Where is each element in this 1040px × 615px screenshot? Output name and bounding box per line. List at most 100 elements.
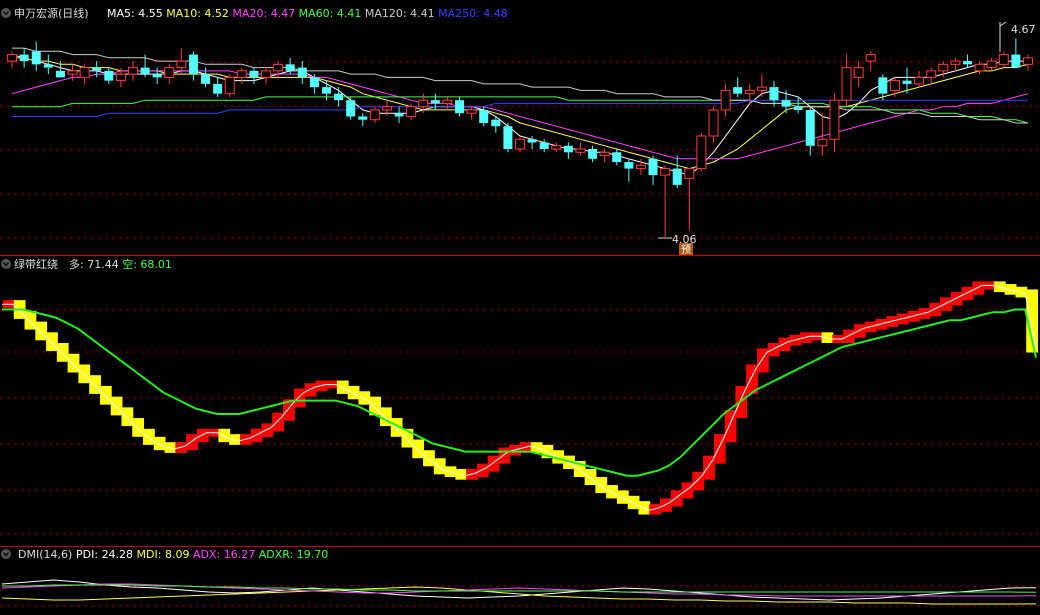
legend-label: MDI:: [133, 548, 165, 561]
band-block: [67, 353, 80, 373]
candle-body: [756, 86, 767, 91]
stock-name: 申万宏源(日线): [14, 6, 89, 20]
band-block: [35, 321, 48, 341]
band-block: [638, 501, 651, 515]
legend-value: 4.52: [204, 7, 229, 20]
collapse-circle-icon[interactable]: [1, 549, 11, 559]
legend-label: MA120:: [361, 7, 410, 20]
candle-body: [781, 100, 791, 107]
band-block: [660, 498, 672, 512]
legend-value: 4.55: [138, 7, 163, 20]
candle-body: [309, 77, 319, 88]
candle-body: [841, 67, 852, 101]
candle-body: [902, 80, 912, 84]
candle-body: [201, 74, 211, 84]
band-block: [616, 490, 629, 504]
band-block: [261, 423, 274, 437]
candle-body: [19, 54, 29, 62]
forecast-badge-label: 预: [681, 244, 691, 256]
candle-body: [635, 164, 646, 170]
band-block: [423, 450, 435, 467]
candle-body: [224, 76, 235, 95]
candle-body: [575, 148, 586, 153]
legend-value: 4.47: [271, 7, 296, 20]
chart-canvas[interactable]: 申万宏源(日线) MA5: 4.55 MA10: 4.52 MA20: 4.47…: [0, 0, 1040, 615]
candle-body: [684, 168, 695, 179]
candle-body: [660, 168, 671, 176]
candle-body: [914, 76, 925, 85]
band-block: [304, 383, 317, 397]
band-block: [358, 391, 371, 405]
candle-body: [708, 109, 719, 137]
candle-body: [515, 138, 525, 150]
candle-body: [926, 70, 937, 78]
legend-value: 8.09: [165, 548, 190, 561]
candle-body: [503, 126, 513, 150]
candle-body: [527, 139, 537, 143]
band-block: [476, 463, 489, 477]
band-legend: 多: 71.44 空: 68.01: [69, 257, 172, 271]
collapse-circle-icon[interactable]: [1, 259, 11, 269]
legend-value: 24.28: [102, 548, 134, 561]
band-block: [940, 297, 952, 311]
candle-body: [998, 54, 1009, 65]
band-block: [121, 407, 134, 427]
legend-label: 多:: [69, 257, 87, 271]
band-block: [347, 385, 360, 400]
legend-label: 空:: [119, 257, 141, 271]
candle-body: [55, 70, 65, 78]
band-block: [99, 385, 112, 405]
collapse-circle-icon[interactable]: [1, 8, 11, 18]
candlestick-series[interactable]: [7, 38, 1033, 237]
high-price-label: 4.67: [1011, 23, 1036, 36]
band-block: [78, 364, 91, 384]
candle-body: [539, 142, 549, 150]
candle-body: [369, 109, 380, 121]
band-block: [950, 292, 963, 306]
candle-body: [273, 63, 284, 72]
candle-body: [563, 145, 573, 153]
candle-body: [297, 67, 307, 78]
candle-body: [551, 145, 562, 150]
candle-body: [164, 67, 175, 78]
legend-label: MA5:: [107, 7, 138, 20]
candle-body: [648, 158, 658, 176]
legend-text: MA5: 4.55 MA10: 4.52 MA20: 4.47 MA60: 4.…: [107, 7, 508, 20]
band-block: [56, 343, 69, 362]
high-price-annotation: 4.67: [999, 21, 1036, 52]
candle-body: [865, 54, 876, 62]
candle-body: [612, 152, 622, 163]
band-block: [272, 412, 285, 432]
band-block: [153, 436, 166, 451]
candle-body: [769, 87, 779, 101]
band-block: [89, 375, 101, 394]
candle-body: [720, 89, 731, 111]
legend-value: 4.41: [410, 7, 435, 20]
candle-body: [236, 70, 247, 78]
candle-body: [188, 54, 198, 75]
band-block: [250, 428, 263, 443]
band-line-kong: [2, 308, 1037, 477]
candle-body: [79, 67, 90, 78]
candle-body: [455, 100, 465, 114]
candle-body: [104, 70, 114, 81]
candle-body: [381, 106, 392, 111]
candle-body: [672, 168, 682, 185]
band-block: [681, 482, 694, 499]
band-block: [143, 428, 155, 445]
candle-body: [7, 54, 18, 62]
moving-average-legend: MA5: 4.55 MA10: 4.52 MA20: 4.47 MA60: 4.…: [107, 7, 508, 20]
candle-body: [817, 138, 828, 147]
band-block: [24, 310, 37, 330]
band-block: [186, 434, 198, 451]
candle-body: [176, 60, 187, 69]
band-block: [196, 428, 209, 443]
legend-value: 4.48: [483, 7, 508, 20]
candle-body: [285, 64, 295, 71]
candle-body: [491, 119, 501, 127]
low-price-annotation: 4.06 预: [658, 233, 697, 256]
candle-body: [394, 113, 404, 117]
candle-body: [962, 61, 972, 65]
candle-body: [950, 60, 961, 65]
band-block: [606, 485, 618, 499]
